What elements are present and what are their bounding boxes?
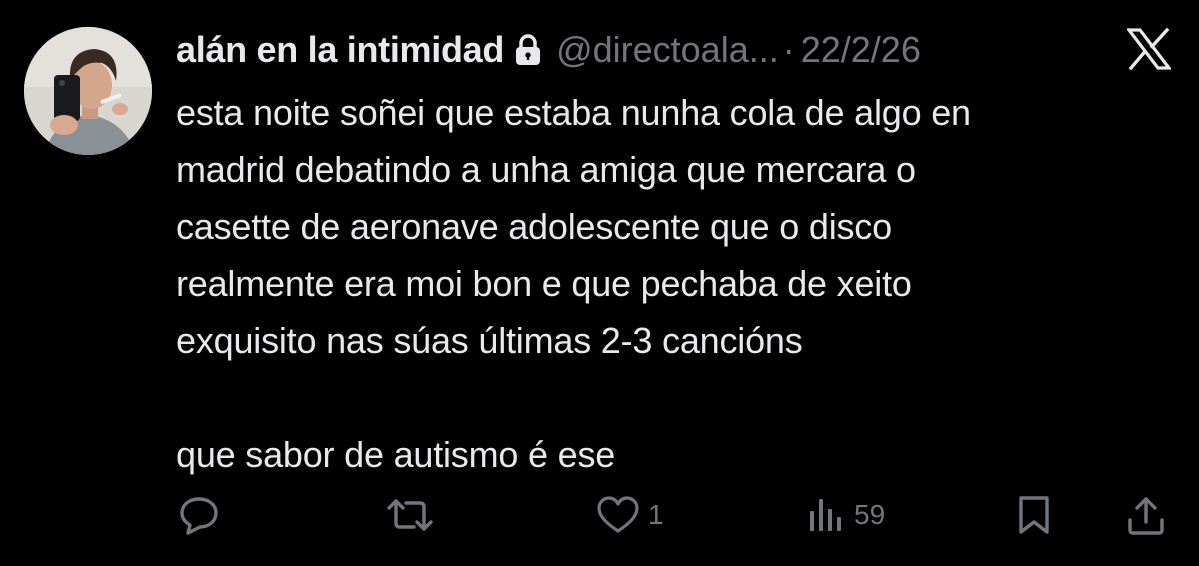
lock-icon [514,33,542,67]
action-bar: 1 59 [176,490,1166,540]
views-count: 59 [854,499,886,530]
avatar-image [24,27,152,155]
like-count: 1 [648,499,664,530]
tweet-date[interactable]: 22/2/26 [801,29,921,71]
reply-icon [178,495,220,535]
tweet-text: esta noite soñei que estaba nunha cola d… [176,92,971,475]
views-icon [806,495,846,535]
tweet-card: alán en la intimidad @directoala... · 22… [0,0,1199,566]
retweet-icon [386,495,434,535]
bookmark-button[interactable] [1016,490,1052,540]
share-icon [1126,494,1166,536]
display-name[interactable]: alán en la intimidad [176,29,504,71]
bookmark-icon [1016,494,1052,536]
heart-icon [596,495,640,535]
retweet-button[interactable] [386,490,434,540]
reply-button[interactable] [178,490,220,540]
x-logo-icon [1125,27,1173,71]
handle[interactable]: @directoala... [556,29,779,71]
avatar[interactable] [24,27,152,155]
tweet-header: alán en la intimidad @directoala... · 22… [176,24,921,76]
share-button[interactable] [1126,490,1166,540]
views-button[interactable]: 59 [806,490,885,540]
like-button[interactable]: 1 [596,490,664,540]
separator-dot: · [782,29,795,70]
